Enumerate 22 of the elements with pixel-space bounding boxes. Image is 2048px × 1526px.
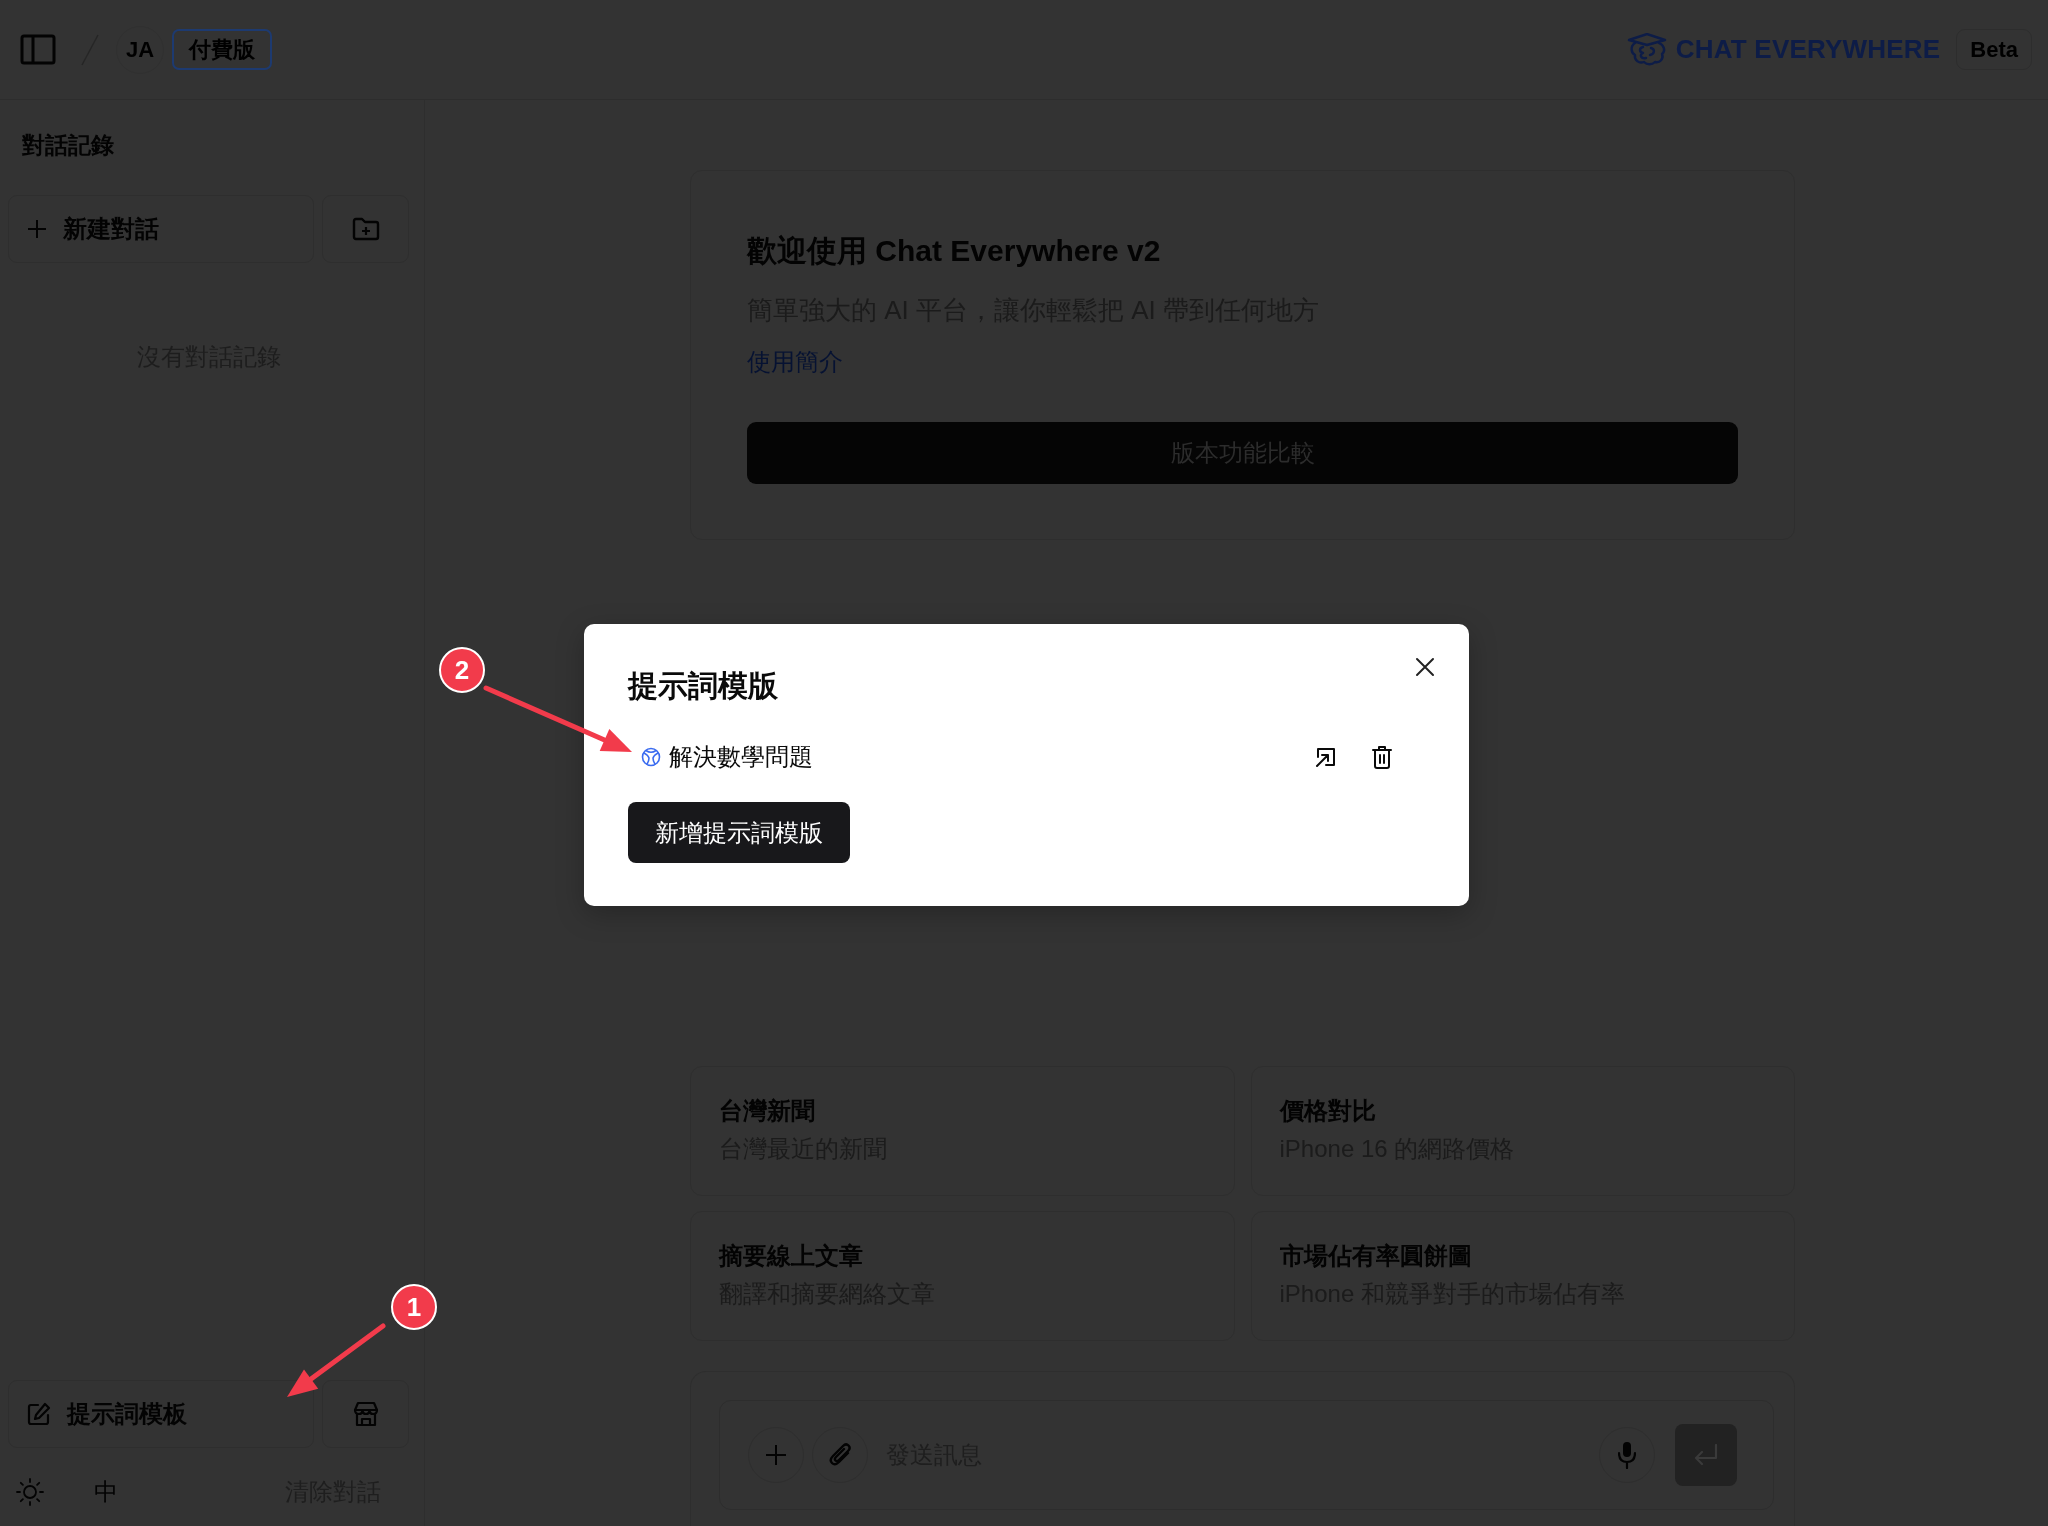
delete-prompt-button[interactable] <box>1370 744 1394 770</box>
folder-plus-icon <box>351 216 380 241</box>
brain-cap-logo-icon <box>1625 32 1668 67</box>
store-icon <box>352 1401 379 1427</box>
sidebar-toggle-icon[interactable] <box>20 34 56 65</box>
prompt-name[interactable]: 解決數學問題 <box>669 739 813 775</box>
step-number: 2 <box>439 647 485 693</box>
plus-icon <box>765 1444 787 1466</box>
new-folder-button[interactable] <box>322 194 409 263</box>
globe-icon <box>641 747 661 767</box>
arrow-into-box-icon <box>1315 746 1337 768</box>
add-prompt-template-button[interactable]: 新增提示詞模版 <box>628 802 850 863</box>
edit-icon <box>27 1402 51 1426</box>
step-number: 1 <box>391 1284 437 1330</box>
dialog-title: 提示詞模版 <box>628 668 779 704</box>
paperclip-icon <box>828 1442 852 1468</box>
trash-icon <box>1372 745 1392 769</box>
sun-icon[interactable] <box>16 1478 44 1506</box>
plus-icon <box>27 218 47 239</box>
microphone-icon <box>1618 1441 1636 1469</box>
enter-arrow-icon <box>1693 1444 1719 1466</box>
store-button[interactable] <box>322 1380 409 1448</box>
